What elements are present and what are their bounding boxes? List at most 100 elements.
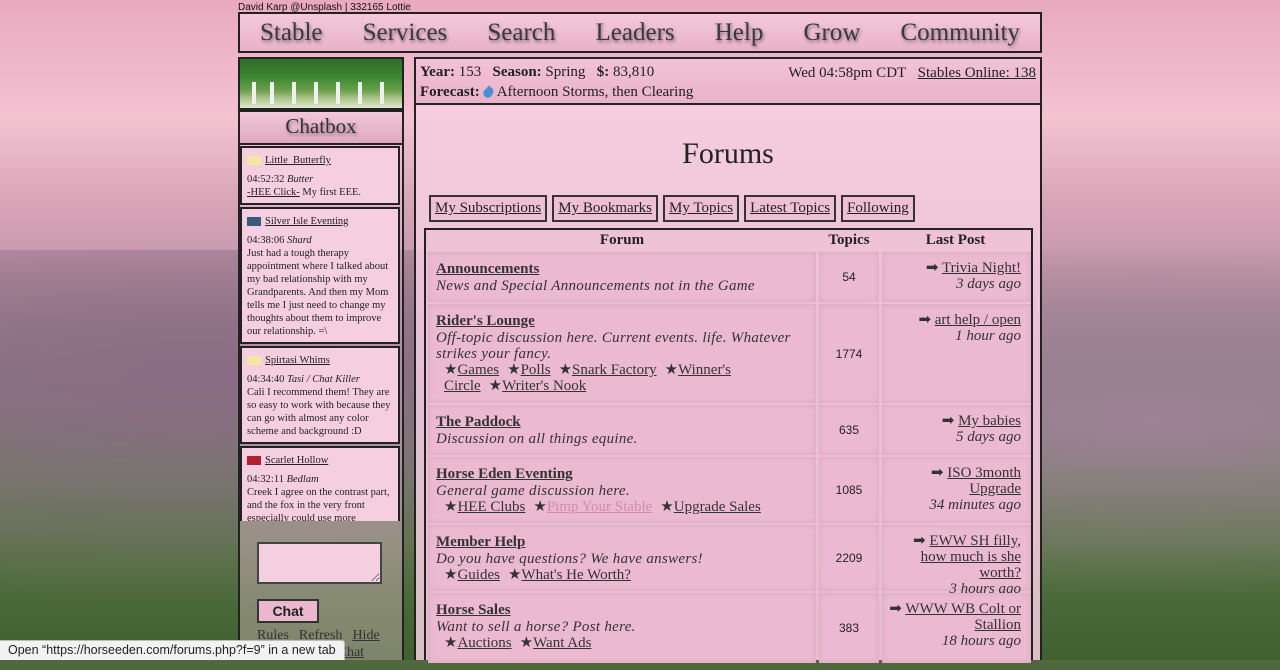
forum-description: News and Special Announcements not in th…: [436, 278, 755, 294]
topics-count: 54: [819, 252, 879, 302]
stables-online-link[interactable]: Stables Online: 138: [918, 65, 1036, 81]
chat-message: Spirtasi Whims 04:34:40 Tasi / Chat Kille…: [240, 346, 400, 444]
chat-username[interactable]: Spirtasi Whims: [265, 354, 330, 367]
chat-username[interactable]: Silver Isle Eventing: [265, 215, 348, 228]
subforum-link[interactable]: HEE Clubs: [457, 499, 525, 515]
flag-icon: [247, 156, 261, 165]
topics-count: 635: [819, 405, 879, 455]
nav-grow[interactable]: Grow: [803, 19, 860, 47]
chat-message-list[interactable]: Little_Butterfly 04:52:32 Butter -HEE Clic…: [240, 146, 400, 521]
tab-my-bookmarks[interactable]: My Bookmarks: [552, 195, 659, 222]
subforum-link[interactable]: Writer's Nook: [502, 378, 586, 394]
subforum-links: ★HEE Clubs ★Pimp Your Stable ★Upgrade Sale…: [436, 499, 808, 515]
chat-text: My first EEE.: [299, 187, 362, 198]
chat-username[interactable]: Little_Butterfly: [265, 154, 331, 167]
chat-send-button[interactable]: Chat: [257, 599, 319, 623]
chat-prefix[interactable]: -HEE Click-: [247, 187, 300, 198]
nav-leaders[interactable]: Leaders: [596, 19, 675, 47]
subforum-link[interactable]: Snark Factory: [572, 362, 657, 378]
subforum-link[interactable]: Games: [457, 362, 499, 378]
forecast-value: Afternoon Storms, then Clearing: [496, 84, 694, 100]
forum-name-link[interactable]: Announcements: [436, 261, 539, 277]
last-post-link[interactable]: ISO 3month Upgrade: [947, 465, 1021, 497]
forum-cell: Rider's Lounge Off-topic discussion here.…: [428, 304, 816, 403]
nav-stable[interactable]: Stable: [260, 19, 323, 47]
forum-name-link[interactable]: Member Help: [436, 534, 525, 550]
season-value: Spring: [545, 64, 586, 80]
chat-user[interactable]: Spirtasi Whims: [247, 354, 393, 367]
raindrop-icon: [481, 85, 496, 100]
tab-following[interactable]: Following: [841, 195, 915, 222]
last-post-link[interactable]: My babies: [958, 413, 1021, 429]
last-post-cell: ➡ My babies 5 days ago: [882, 405, 1031, 455]
last-post-link[interactable]: EWW SH filly, how much is she worth?: [921, 533, 1021, 581]
nav-services[interactable]: Services: [363, 19, 448, 47]
forum-description: Off-topic discussion here. Current event…: [436, 330, 791, 362]
header-last-post: Last Post: [925, 232, 986, 248]
last-post-cell: ➡ ISO 3month Upgrade 34 minutes ago: [882, 457, 1031, 523]
season-label: Season:: [492, 64, 542, 80]
topics-count: 1774: [819, 304, 879, 403]
forum-name-link[interactable]: Rider's Lounge: [436, 313, 535, 329]
subforum-links: ★Auctions ★Want Ads: [436, 635, 808, 651]
subforum-link[interactable]: Pimp Your Stable: [547, 499, 652, 515]
subforum-link[interactable]: Polls: [521, 362, 551, 378]
forum-cell: Announcements News and Special Announceme…: [428, 252, 816, 302]
datetime: Wed 04:58pm CDT: [788, 65, 906, 81]
star-icon: ★: [664, 362, 679, 378]
subforum-link[interactable]: Auctions: [457, 635, 511, 651]
star-icon: ★: [444, 362, 458, 378]
forum-cell: Horse Eden Eventing General game discussi…: [428, 457, 816, 523]
chat-username[interactable]: Scarlet Hollow: [265, 454, 328, 467]
nav-search[interactable]: Search: [487, 19, 555, 47]
link-status-bar: Open “https://horseeden.com/forums.php?f…: [0, 640, 345, 660]
subforum-link[interactable]: Want Ads: [533, 635, 591, 651]
last-post-link[interactable]: WWW WB Colt or Stallion: [905, 601, 1021, 633]
star-icon: ★: [519, 635, 534, 651]
flag-icon: [247, 356, 261, 365]
tab-my-topics[interactable]: My Topics: [663, 195, 740, 222]
forum-description: General game discussion here.: [436, 483, 630, 499]
forum-cell: Horse Sales Want to sell a horse? Post he…: [428, 593, 816, 663]
nav-community[interactable]: Community: [900, 19, 1019, 47]
last-post-link[interactable]: art help / open: [935, 312, 1021, 328]
chat-user[interactable]: Scarlet Hollow: [247, 454, 393, 467]
last-post-time: 18 hours ago: [941, 633, 1021, 649]
chat-user[interactable]: Little_Butterfly: [247, 154, 393, 167]
star-icon: ★: [488, 378, 503, 394]
subforum-links: ★Guides ★What's He Worth?: [436, 567, 808, 583]
header-forum: Forum: [599, 232, 645, 248]
forum-name-link[interactable]: Horse Eden Eventing: [436, 466, 573, 482]
star-icon: ★: [507, 567, 522, 583]
chat-hide-link[interactable]: Hide: [352, 628, 379, 643]
forum-row: Member Help Do you have questions? We hav…: [428, 525, 1031, 597]
tab-latest-topics[interactable]: Latest Topics: [744, 195, 837, 222]
last-post-time: 5 days ago: [956, 429, 1021, 445]
last-post-link[interactable]: Trivia Night!: [942, 260, 1021, 276]
nav-help[interactable]: Help: [715, 19, 764, 47]
last-post-cell: ➡ art help / open 1 hour ago: [882, 304, 1031, 403]
last-post-cell: ➡ EWW SH filly, how much is she worth? 3 …: [882, 525, 1031, 597]
forum-table: Forum Topics Last Post Announcements News…: [424, 228, 1033, 663]
arrow-right-icon: ➡: [925, 260, 939, 276]
forum-row: Horse Sales Want to sell a horse? Post he…: [428, 593, 1031, 663]
arrow-right-icon: ➡: [930, 465, 944, 481]
star-icon: ★: [558, 362, 573, 378]
forum-row: Announcements News and Special Announceme…: [428, 252, 1031, 302]
forum-tabs: My Subscriptions My Bookmarks My Topics …: [429, 195, 915, 222]
chat-user[interactable]: Silver Isle Eventing: [247, 215, 393, 228]
subforum-link[interactable]: Guides: [457, 567, 500, 583]
forum-description: Want to sell a horse? Post here.: [436, 619, 636, 635]
subforum-link[interactable]: What's He Worth?: [521, 567, 631, 583]
tab-my-subscriptions[interactable]: My Subscriptions: [429, 195, 548, 222]
flag-icon: [247, 217, 261, 226]
forum-name-link[interactable]: Horse Sales: [436, 602, 511, 618]
chat-time: 04:52:32: [247, 174, 285, 185]
last-post-cell: ➡ Trivia Night! 3 days ago: [882, 252, 1031, 302]
topics-count: 1085: [819, 457, 879, 523]
star-icon: ★: [660, 499, 674, 515]
forum-name-link[interactable]: The Paddock: [436, 414, 521, 430]
chat-time: 04:34:40: [247, 374, 285, 385]
subforum-link[interactable]: Upgrade Sales: [674, 499, 761, 515]
chat-input[interactable]: [257, 542, 382, 584]
